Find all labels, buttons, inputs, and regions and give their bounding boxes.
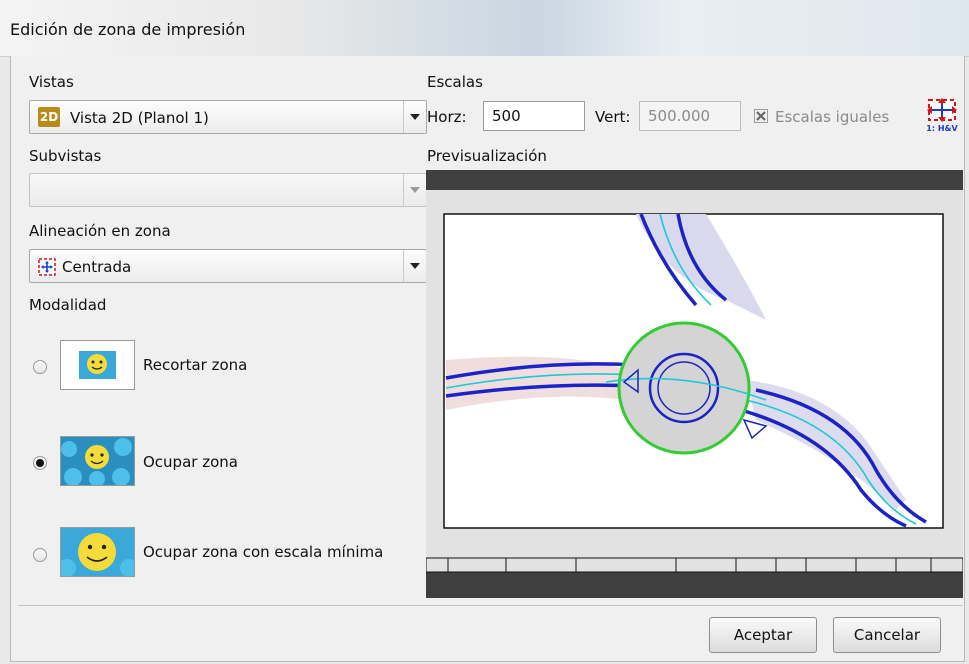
hv-scale-button[interactable]: 1: H&V [924, 96, 960, 136]
chevron-down-icon[interactable] [403, 174, 426, 206]
subvistas-label: Subvistas [29, 147, 102, 165]
window-title: Edición de zona de impresión [10, 20, 246, 39]
view-2d-icon: 2D [38, 107, 60, 127]
subvistas-dropdown[interactable] [29, 173, 427, 207]
check-x-icon [756, 111, 766, 121]
plan-preview [425, 170, 964, 598]
vistas-value: Vista 2D (Planol 1) [70, 109, 209, 127]
cancel-button[interactable]: Cancelar [833, 617, 941, 653]
ocupar-zona-thumbnail [60, 436, 135, 486]
ocupar-zona-escala-minima-thumbnail [60, 527, 135, 577]
horz-scale-input[interactable]: 500 [483, 101, 585, 131]
recortar-zona-label[interactable]: Recortar zona [143, 356, 247, 374]
title-bar: Edición de zona de impresión [0, 0, 969, 57]
chevron-down-icon[interactable] [403, 250, 426, 282]
alineacion-value: Centrada [62, 258, 132, 276]
equal-scales-label: Escalas iguales [775, 108, 890, 126]
accept-button[interactable]: Aceptar [709, 617, 817, 653]
preview-panel [425, 170, 964, 598]
radio-ocupar-zona[interactable] [33, 456, 47, 470]
footer-separator [18, 605, 963, 606]
alineacion-dropdown[interactable]: Centrada [29, 249, 427, 283]
preview-label: Previsualización [427, 147, 547, 165]
escalas-label: Escalas [427, 73, 483, 91]
hv-icon-text: 1: H&V [926, 124, 958, 133]
chevron-down-icon[interactable] [403, 101, 426, 133]
equal-scales-checkbox[interactable] [754, 109, 768, 123]
ocupar-zona-escala-minima-label[interactable]: Ocupar zona con escala mínima [143, 543, 383, 561]
vert-scale-input[interactable]: 500.000 [639, 101, 741, 131]
vert-label: Vert: [595, 108, 631, 126]
modalidad-label: Modalidad [29, 296, 107, 314]
alineacion-label: Alineación en zona [29, 222, 171, 240]
center-align-icon [38, 258, 56, 276]
radio-recortar-zona[interactable] [33, 360, 47, 374]
hv-scale-icon [927, 98, 957, 122]
vistas-dropdown[interactable]: 2D Vista 2D (Planol 1) [29, 100, 427, 134]
ocupar-zona-label[interactable]: Ocupar zona [143, 453, 238, 471]
radio-ocupar-zona-escala-minima[interactable] [33, 548, 47, 562]
horz-label: Horz: [427, 108, 467, 126]
recortar-zona-thumbnail [60, 340, 135, 390]
vistas-label: Vistas [29, 73, 74, 91]
